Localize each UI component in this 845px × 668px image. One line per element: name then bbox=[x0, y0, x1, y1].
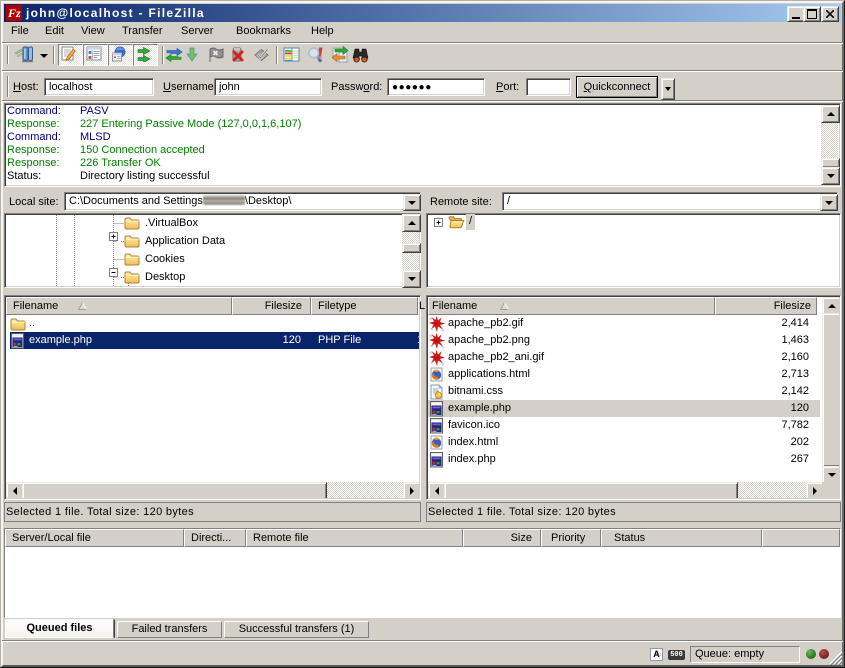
svg-text:Fz: Fz bbox=[7, 6, 21, 20]
